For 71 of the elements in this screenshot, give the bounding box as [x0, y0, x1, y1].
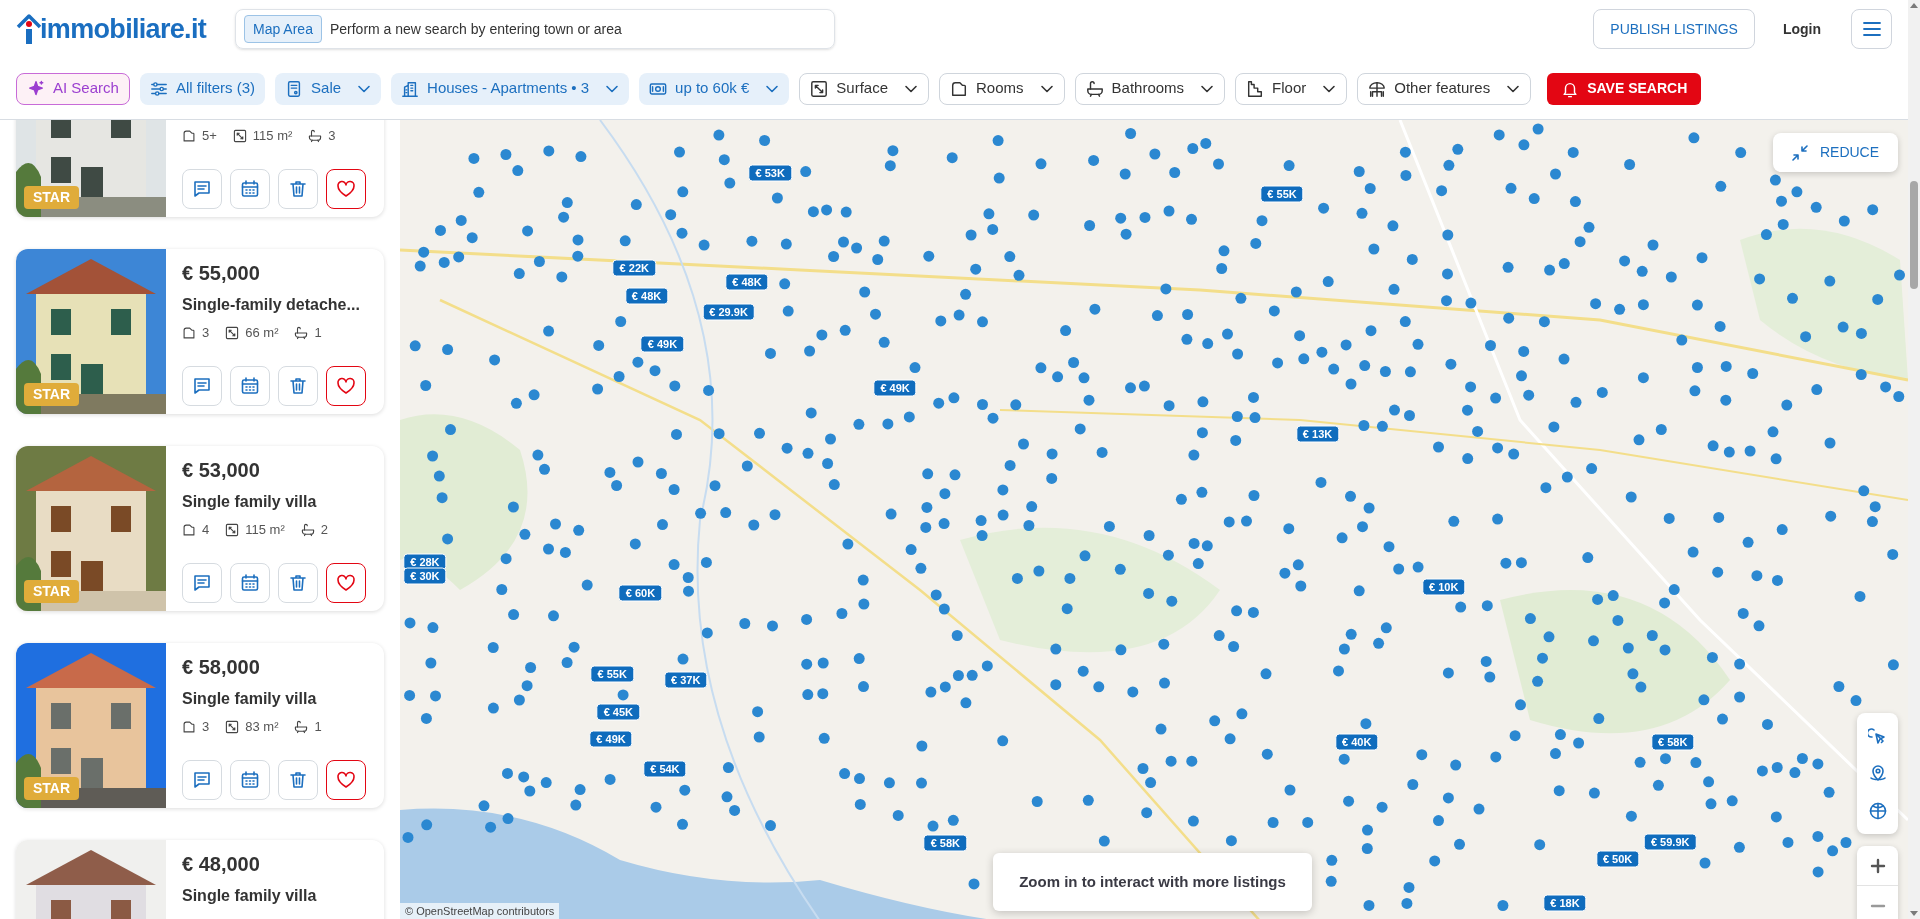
price-marker[interactable]: € 55K: [1260, 185, 1304, 203]
price-marker[interactable]: € 58K: [1651, 733, 1695, 751]
star-badge: STAR: [24, 383, 80, 406]
filter-button[interactable]: Bathrooms: [1074, 72, 1226, 105]
bathroom-count: 2: [320, 521, 328, 540]
listing-title: Single family villa: [182, 886, 318, 906]
star-badge: STAR: [24, 777, 80, 800]
price-marker[interactable]: € 53K: [748, 164, 792, 182]
filter-button[interactable]: up to 60k €: [639, 72, 790, 105]
price-marker[interactable]: € 45K: [596, 703, 641, 721]
listing-title: Single family villa: [182, 689, 318, 709]
filter-button[interactable]: Surface: [799, 72, 930, 105]
listing-price: € 58,000: [182, 655, 261, 680]
price-marker[interactable]: € 13K: [1295, 425, 1340, 443]
map-area-chip[interactable]: Map Area: [244, 15, 322, 43]
bathroom-count: 3: [328, 127, 336, 146]
price-marker[interactable]: € 60K: [618, 584, 663, 602]
room-count: 3: [202, 324, 210, 343]
listing-price: € 55,000: [182, 261, 261, 286]
surface-area: 83 m²: [245, 717, 279, 737]
bathroom-count: 1: [314, 324, 322, 343]
price-marker[interactable]: € 10K: [1422, 578, 1466, 596]
map-attribution: © OpenStreetMap contributors: [400, 903, 560, 919]
listing-card[interactable]: STAR € 53,000 Single family villa 4 115 m² 2: [16, 446, 384, 611]
listing-card[interactable]: € 48,000 Single family villa: [16, 840, 384, 919]
price-marker[interactable]: € 37K: [664, 671, 708, 689]
price-marker[interactable]: € 29.9K: [702, 303, 755, 321]
filter-button[interactable]: Other features: [1357, 72, 1532, 105]
listing-card[interactable]: STAR 5+ 115 m² 3: [16, 120, 384, 217]
filter-button[interactable]: Rooms: [939, 72, 1065, 105]
price-marker[interactable]: € 58K: [923, 834, 967, 852]
room-count: 3: [202, 718, 210, 737]
price-marker[interactable]: € 22K: [612, 259, 656, 277]
price-marker[interactable]: € 49K: [589, 730, 633, 748]
reduce-button[interactable]: REDUCE: [1773, 133, 1898, 172]
room-count: 5+: [202, 127, 217, 146]
room-count: 4: [202, 521, 210, 540]
price-marker[interactable]: € 40K: [1335, 733, 1379, 751]
login-link[interactable]: Login: [1782, 18, 1821, 40]
price-marker[interactable]: € 50K: [1595, 850, 1640, 868]
ai-search-button[interactable]: AI Search: [16, 72, 130, 105]
listing-price: € 53,000: [182, 458, 261, 483]
price-marker[interactable]: € 18K: [1543, 894, 1587, 912]
listing-title: Single family villa: [182, 492, 318, 512]
price-marker[interactable]: € 49K: [873, 379, 917, 397]
listing-card[interactable]: STAR € 55,000 Single-family detache... 3 66 m² 1: [16, 249, 384, 414]
price-marker[interactable]: € 48K: [624, 287, 669, 305]
save-search-button[interactable]: SAVE SEARCH: [1547, 72, 1702, 105]
price-marker[interactable]: € 59.9K: [1643, 833, 1697, 851]
logo-text: immobiliare.it: [40, 12, 207, 46]
publish-listings-button[interactable]: PUBLISH LISTINGS: [1593, 9, 1755, 49]
star-badge: STAR: [24, 186, 80, 209]
star-badge: STAR: [24, 580, 80, 603]
listing-price: € 48,000: [182, 852, 261, 877]
filter-button[interactable]: Sale: [275, 72, 382, 105]
surface-area: 66 m²: [245, 323, 279, 343]
listing-card[interactable]: STAR € 58,000 Single family villa 3 83 m² 1: [16, 643, 384, 808]
price-marker[interactable]: € 49K: [640, 335, 685, 353]
price-marker[interactable]: € 55K: [590, 665, 634, 683]
price-marker[interactable]: € 48K: [725, 273, 769, 291]
zoom-notice: Zoom in to interact with more listings: [993, 853, 1312, 911]
surface-area: 115 m²: [252, 126, 293, 146]
filter-button[interactable]: All filters (3): [139, 72, 266, 105]
listing-title: Single-family detache...: [182, 295, 361, 315]
filter-button[interactable]: Floor: [1235, 72, 1348, 105]
filter-button[interactable]: Houses - Apartments • 3: [391, 72, 630, 105]
bathroom-count: 1: [314, 718, 322, 737]
price-marker[interactable]: € 54K: [643, 760, 687, 778]
surface-area: 115 m²: [245, 520, 285, 540]
search-field[interactable]: Map Area Perform a new search by entering town or area: [235, 9, 835, 49]
price-marker[interactable]: € 30K: [403, 567, 447, 585]
